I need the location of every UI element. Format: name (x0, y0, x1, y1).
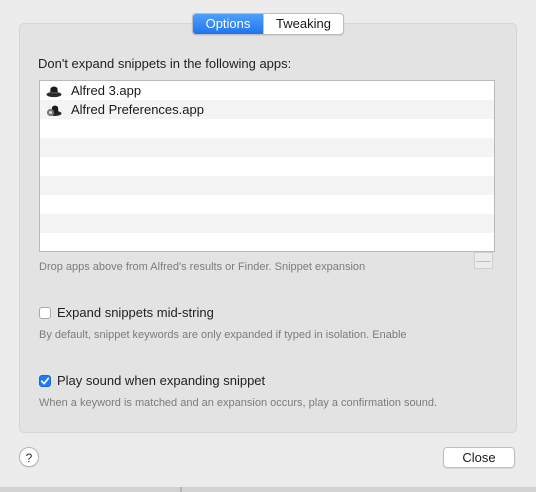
mid-string-option[interactable]: Expand snippets mid-string (39, 305, 214, 320)
play-sound-checkbox[interactable] (39, 374, 51, 387)
alfred-hat-icon (46, 84, 62, 98)
play-sound-option[interactable]: Play sound when expanding snippet (39, 373, 265, 388)
list-item-label: Alfred Preferences.app (71, 102, 204, 117)
divider (180, 487, 182, 492)
list-item[interactable]: Alfred 3.app (40, 81, 494, 100)
tab-options[interactable]: Options (193, 14, 263, 34)
alfred-preferences-icon (46, 103, 62, 117)
list-item-label: Alfred 3.app (71, 83, 142, 98)
empty-list-row (40, 157, 494, 176)
mid-string-description: By default, snippet keywords are only ex… (39, 329, 407, 341)
mid-string-checkbox[interactable] (39, 306, 51, 319)
empty-list-row (40, 214, 494, 233)
play-sound-description: When a keyword is matched and an expansi… (39, 397, 438, 409)
excluded-apps-list[interactable]: Alfred 3.app Alfred Preferences.app (39, 80, 495, 252)
list-item[interactable]: Alfred Preferences.app (40, 100, 494, 119)
apps-hint-text: Drop apps above from Alfred's results or… (39, 261, 366, 273)
mid-string-label[interactable]: Expand snippets mid-string (57, 305, 214, 320)
remove-app-button[interactable]: — (474, 252, 493, 269)
checkmark-icon (40, 377, 50, 384)
tab-tweaking[interactable]: Tweaking (263, 14, 343, 34)
window-bottom-edge (0, 487, 536, 492)
empty-list-row (40, 176, 494, 195)
tab-bar: Options Tweaking (192, 13, 344, 35)
empty-list-row (40, 119, 494, 138)
empty-list-row (40, 195, 494, 214)
empty-list-row (40, 138, 494, 157)
empty-list-row (40, 233, 494, 251)
help-button[interactable]: ? (19, 447, 39, 467)
play-sound-label[interactable]: Play sound when expanding snippet (57, 373, 265, 388)
excluded-apps-label: Don't expand snippets in the following a… (38, 56, 292, 71)
close-button[interactable]: Close (443, 447, 515, 468)
